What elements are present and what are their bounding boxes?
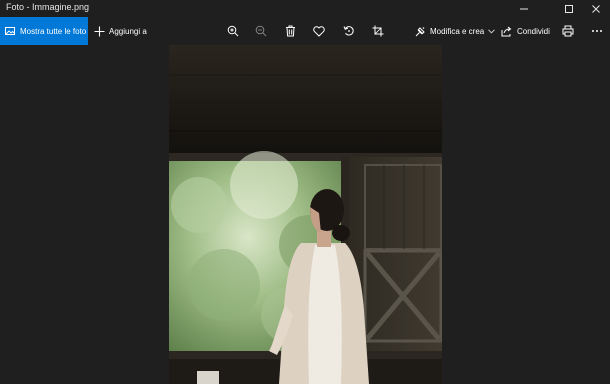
title-bar: Foto - Immagine.png xyxy=(0,0,610,17)
delete-button[interactable] xyxy=(283,24,297,38)
zoom-in-button[interactable] xyxy=(226,24,240,38)
favorite-button[interactable] xyxy=(312,24,326,38)
print-button[interactable] xyxy=(561,24,575,38)
minimize-icon xyxy=(520,8,528,9)
edit-create-label: Modifica e crea xyxy=(430,26,485,36)
show-all-photos-label: Mostra tutte le foto xyxy=(20,26,87,36)
zoom-in-icon xyxy=(227,25,239,37)
zoom-out-button[interactable] xyxy=(254,24,268,38)
share-icon xyxy=(501,26,512,36)
toolbar: Mostra tutte le foto Aggiungi a Modifica… xyxy=(0,17,610,45)
maximize-icon xyxy=(565,4,573,13)
chevron-down-icon xyxy=(488,28,496,34)
photos-icon xyxy=(5,26,15,36)
share-button[interactable]: Condividi xyxy=(501,17,550,45)
window-title: Foto - Immagine.png xyxy=(6,2,90,12)
rotate-icon xyxy=(343,26,354,36)
print-icon xyxy=(562,25,574,37)
add-to-label: Aggiungi a xyxy=(109,26,147,36)
crop-button[interactable] xyxy=(371,24,385,38)
close-button[interactable] xyxy=(578,0,610,17)
heart-icon xyxy=(313,25,325,37)
edit-create-button[interactable]: Modifica e crea xyxy=(415,17,496,45)
photo-image xyxy=(169,45,442,384)
zoom-out-icon xyxy=(255,25,267,37)
show-all-photos-button[interactable]: Mostra tutte le foto xyxy=(0,17,88,45)
displayed-photo[interactable] xyxy=(169,45,442,384)
edit-icon xyxy=(415,26,425,36)
plus-icon xyxy=(94,26,105,36)
close-icon xyxy=(592,4,600,13)
minimize-button[interactable] xyxy=(506,0,542,17)
crop-icon xyxy=(372,25,384,37)
more-button[interactable] xyxy=(590,24,604,38)
trash-icon xyxy=(285,25,295,37)
rotate-button[interactable] xyxy=(342,24,356,38)
more-icon xyxy=(592,30,602,32)
add-to-button[interactable]: Aggiungi a xyxy=(94,17,147,45)
share-label: Condividi xyxy=(517,26,550,36)
